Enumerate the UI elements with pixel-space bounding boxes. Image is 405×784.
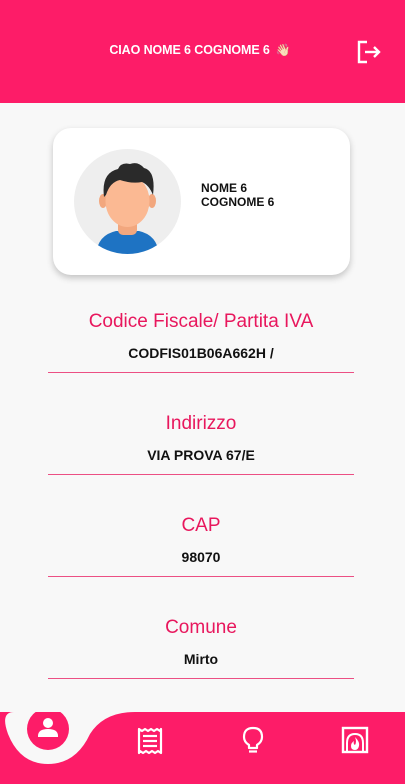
cap-value: 98070 (181, 549, 221, 565)
nav-profile-button[interactable] (27, 708, 69, 750)
comune-label: Comune (165, 617, 237, 638)
user-avatar (74, 149, 181, 254)
tax-code-label: Codice Fiscale/ Partita IVA (88, 311, 314, 332)
app-header: CIAO NOME 6 COGNOME 6 👋🏻 (0, 0, 405, 103)
tax-code-value: CODFIS01B06A662H / (128, 345, 274, 361)
wave-emoji: 👋🏻 (275, 43, 291, 57)
logout-icon[interactable] (355, 38, 383, 66)
address-field: Indirizzo VIA PROVA 67/E (48, 413, 354, 475)
field-divider (48, 474, 354, 475)
address-value: VIA PROVA 67/E (147, 447, 255, 463)
address-label: Indirizzo (165, 413, 237, 434)
profile-card: NOME 6 COGNOME 6 (53, 128, 350, 275)
field-divider (48, 576, 354, 577)
nav-heating-button[interactable] (340, 725, 370, 755)
logout-icon-svg (357, 40, 381, 64)
comune-field: Comune Mirto (48, 617, 354, 679)
bottom-navigation (0, 712, 405, 784)
lightbulb-icon (242, 726, 264, 753)
cap-label: CAP (181, 515, 221, 536)
greeting-label: CIAO NOME 6 COGNOME 6 (109, 43, 270, 57)
person-icon (38, 718, 58, 737)
greeting-text: CIAO NOME 6 COGNOME 6 👋🏻 (0, 43, 400, 57)
fireplace-icon (341, 726, 369, 754)
field-divider (48, 372, 354, 373)
nav-tips-button[interactable] (238, 725, 268, 755)
field-divider (48, 678, 354, 679)
cap-field: CAP 98070 (48, 515, 354, 577)
nav-receipts-button[interactable] (135, 726, 165, 756)
receipt-icon (137, 727, 163, 755)
user-first-name: NOME 6 (201, 181, 248, 195)
user-name: NOME 6 COGNOME 6 (201, 181, 274, 209)
tax-code-field: Codice Fiscale/ Partita IVA CODFIS01B06A… (48, 311, 354, 373)
user-last-name: COGNOME 6 (201, 195, 275, 209)
comune-value: Mirto (183, 651, 219, 667)
